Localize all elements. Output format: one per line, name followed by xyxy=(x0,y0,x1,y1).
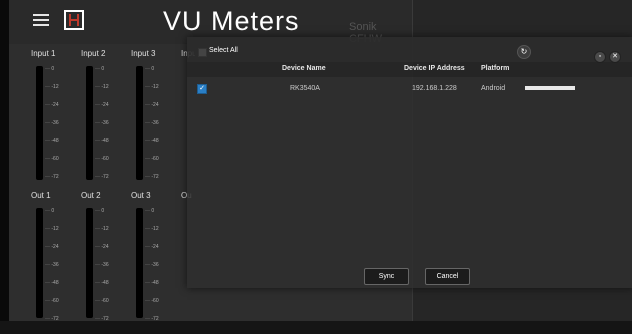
device-platform: Android xyxy=(481,85,506,92)
input-strip: Input 2 0-12-24-36-48-60-72 xyxy=(81,49,127,180)
input-label: Input 3 xyxy=(131,49,156,58)
output-strip: Out 3 0-12-24-36-48-60-72 xyxy=(131,191,177,322)
output-label: Out 1 xyxy=(31,191,51,200)
app-logo xyxy=(64,10,84,30)
device-ip: 192.168.1.228 xyxy=(412,85,457,92)
sync-button[interactable]: Sync xyxy=(364,268,409,285)
column-platform: Platform xyxy=(481,65,510,72)
vu-meter xyxy=(86,208,93,318)
meter-scale: 0-12-24-36-48-60-72 xyxy=(45,66,77,192)
meter-scale: 0-12-24-36-48-60-72 xyxy=(45,208,77,334)
menu-icon[interactable] xyxy=(33,14,49,26)
vu-meter xyxy=(36,66,43,180)
meter-scale: 0-12-24-36-48-60-72 xyxy=(95,208,127,334)
dialog-header: Select All ↻ ▫ ✕ xyxy=(187,37,632,63)
vu-meter xyxy=(136,66,143,180)
table-header: Device Name Device IP Address Platform xyxy=(187,62,632,77)
select-all-checkbox[interactable] xyxy=(198,48,207,57)
progress-fill xyxy=(525,86,575,90)
input-label: Input 1 xyxy=(31,49,56,58)
select-all-label: Select All xyxy=(209,47,238,54)
column-device-ip: Device IP Address xyxy=(404,65,465,72)
refresh-icon[interactable]: ↻ xyxy=(517,45,531,59)
cancel-button[interactable]: Cancel xyxy=(425,268,470,285)
vu-meter xyxy=(136,208,143,318)
output-label: Out 3 xyxy=(131,191,151,200)
meter-scale: 0-12-24-36-48-60-72 xyxy=(145,208,177,334)
window-edge xyxy=(0,0,9,321)
meter-scale: 0-12-24-36-48-60-72 xyxy=(145,66,177,192)
output-label: Out 2 xyxy=(81,191,101,200)
device-dialog: Select All ↻ ▫ ✕ Device Name Device IP A… xyxy=(187,37,632,288)
table-row[interactable]: ✓ RK3540A 192.168.1.228 Android xyxy=(187,80,632,100)
page-title: VU Meters xyxy=(163,6,300,36)
device-checkbox[interactable]: ✓ xyxy=(197,84,207,94)
input-label: Input 2 xyxy=(81,49,106,58)
vu-meter xyxy=(86,66,93,180)
column-device-name: Device Name xyxy=(282,65,326,72)
input-strip: Input 3 0-12-24-36-48-60-72 xyxy=(131,49,177,180)
vu-meter xyxy=(36,208,43,318)
device-progress-bar xyxy=(525,86,575,90)
input-strip: Input 1 0-12-24-36-48-60-72 xyxy=(31,49,77,180)
meter-scale: 0-12-24-36-48-60-72 xyxy=(95,66,127,192)
output-strip: Out 1 0-12-24-36-48-60-72 xyxy=(31,191,77,322)
output-strip: Out 2 0-12-24-36-48-60-72 xyxy=(81,191,127,322)
device-name: RK3540A xyxy=(290,85,320,92)
